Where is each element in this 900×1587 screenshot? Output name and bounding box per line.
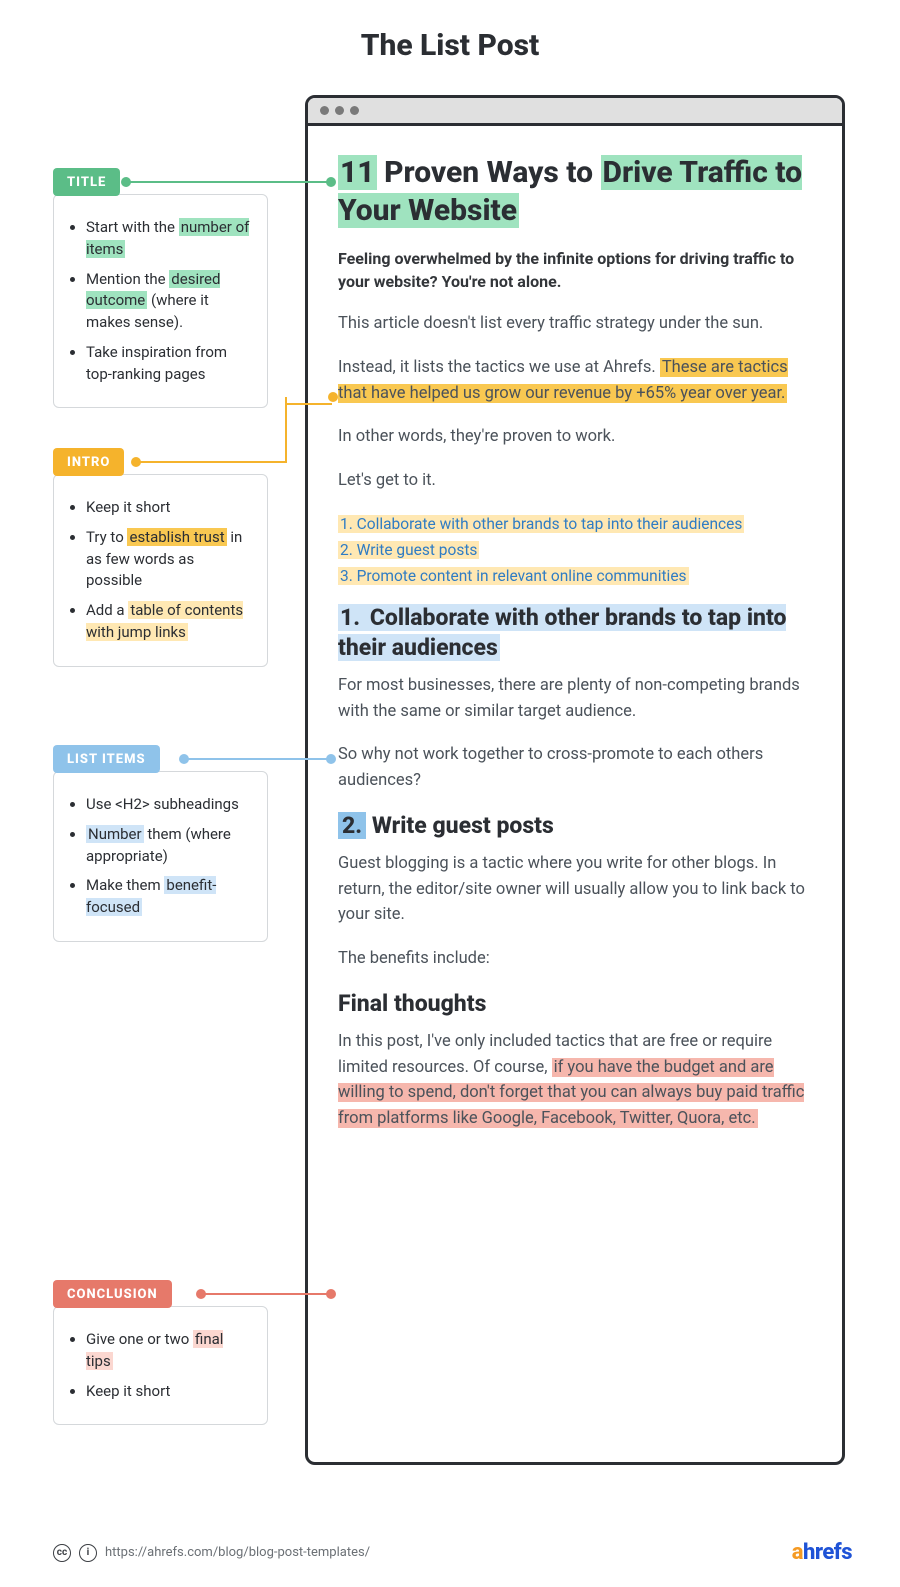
page-title: The List Post: [0, 28, 900, 63]
intro-para: Let's get to it.: [338, 468, 812, 494]
traffic-light-icon: [350, 106, 359, 115]
table-of-contents: 1. Collaborate with other brands to tap …: [338, 511, 812, 589]
section-heading: 2. Write guest posts: [338, 811, 812, 841]
toc-link[interactable]: 3. Promote content in relevant online co…: [338, 567, 689, 585]
tip-item: Add a table of contents with jump links: [86, 600, 251, 644]
logo-rest: hrefs: [803, 1540, 852, 1565]
tip-item: Mention the desired outcome (where it ma…: [86, 269, 251, 334]
intro-para: This article doesn't list every traffic …: [338, 311, 812, 337]
tip-highlight: establish trust: [127, 528, 226, 546]
traffic-light-icon: [335, 106, 344, 115]
heading-number: 1.: [338, 604, 362, 631]
browser-frame: 11 Proven Ways to Drive Traffic to Your …: [305, 95, 845, 1465]
toc-link[interactable]: 1. Collaborate with other brands to tap …: [338, 515, 744, 533]
tip-text: Start with the: [86, 218, 179, 236]
tip-text: Mention the: [86, 270, 169, 288]
callout-title: TITLE Start with the number of items Men…: [53, 168, 268, 408]
callout-tag: LIST ITEMS: [53, 745, 160, 773]
intro-para: In other words, they're proven to work.: [338, 424, 812, 450]
window-chrome: [308, 98, 842, 126]
toc-link[interactable]: 2. Write guest posts: [338, 541, 479, 559]
article-body: 11 Proven Ways to Drive Traffic to Your …: [308, 126, 842, 1170]
callout-card: Use <H2> subheadings Number them (where …: [53, 771, 268, 942]
callout-tag: CONCLUSION: [53, 1280, 172, 1308]
tip-item: Try to establish trust in as few words a…: [86, 527, 251, 592]
tip-text: Make them: [86, 876, 164, 894]
callout-card: Start with the number of items Mention t…: [53, 194, 268, 408]
footer: cc i https://ahrefs.com/blog/blog-post-t…: [53, 1540, 852, 1565]
callout-conclusion: CONCLUSION Give one or two final tips Ke…: [53, 1280, 268, 1425]
tip-item: Give one or two final tips: [86, 1329, 251, 1373]
footer-url: https://ahrefs.com/blog/blog-post-templa…: [105, 1545, 370, 1560]
footer-attribution: cc i https://ahrefs.com/blog/blog-post-t…: [53, 1544, 370, 1562]
article-title: 11 Proven Ways to Drive Traffic to Your …: [338, 154, 812, 229]
tip-text: Give one or two: [86, 1330, 193, 1348]
ahrefs-logo: ahrefs: [792, 1540, 852, 1565]
final-thoughts-heading: Final thoughts: [338, 989, 812, 1019]
intro-para: Instead, it lists the tactics we use at …: [338, 355, 812, 406]
tip-text: Add a: [86, 601, 128, 619]
title-number: 11: [338, 155, 377, 190]
tip-highlight: Number: [86, 825, 144, 843]
cc-icon: cc: [53, 1544, 71, 1562]
tip-item: Make them benefit-focused: [86, 875, 251, 919]
logo-a: a: [792, 1540, 803, 1565]
tip-text: Try to: [86, 528, 127, 546]
heading-number: 2.: [338, 812, 366, 839]
section-para: For most businesses, there are plenty of…: [338, 673, 812, 724]
heading-text: Write guest posts: [366, 812, 554, 839]
intro-bold: Feeling overwhelmed by the infinite opti…: [338, 247, 812, 293]
tip-item: Use <H2> subheadings: [86, 794, 251, 816]
section-heading: 1. Collaborate with other brands to tap …: [338, 603, 812, 663]
tip-item: Take inspiration from top-ranking pages: [86, 342, 251, 386]
section-para: So why not work together to cross-promot…: [338, 742, 812, 793]
section-para: The benefits include:: [338, 946, 812, 972]
tip-item: Number them (where appropriate): [86, 824, 251, 868]
section-para: Guest blogging is a tactic where you wri…: [338, 851, 812, 928]
callout-tag: TITLE: [53, 168, 120, 196]
tip-item: Start with the number of items: [86, 217, 251, 261]
tip-item: Keep it short: [86, 497, 251, 519]
callout-card: Give one or two final tips Keep it short: [53, 1306, 268, 1425]
heading-text: Collaborate with other brands to tap int…: [338, 604, 786, 661]
traffic-light-icon: [320, 106, 329, 115]
by-icon: i: [79, 1544, 97, 1562]
callout-intro: INTRO Keep it short Try to establish tru…: [53, 448, 268, 667]
tip-item: Keep it short: [86, 1381, 251, 1403]
conclusion-para: In this post, I've only included tactics…: [338, 1029, 812, 1131]
callout-tag: INTRO: [53, 448, 124, 476]
intro-text: Instead, it lists the tactics we use at …: [338, 358, 656, 377]
callout-card: Keep it short Try to establish trust in …: [53, 474, 268, 667]
callout-list-items: LIST ITEMS Use <H2> subheadings Number t…: [53, 745, 268, 942]
title-mid: Proven Ways to: [377, 155, 601, 190]
